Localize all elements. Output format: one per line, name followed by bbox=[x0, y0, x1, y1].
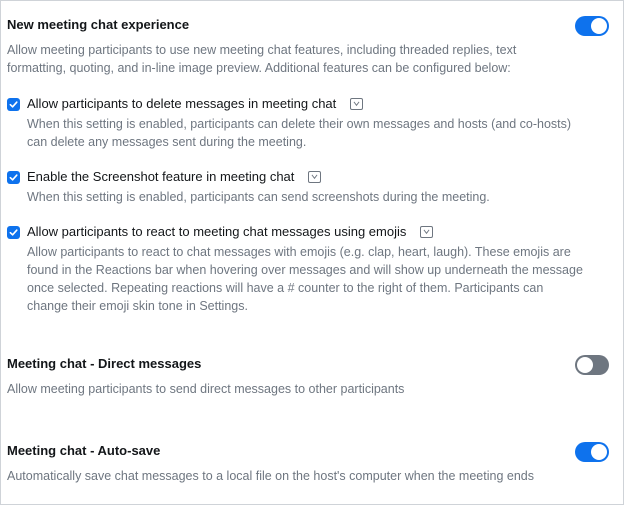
delete-messages-label[interactable]: Allow participants to delete messages in… bbox=[27, 95, 336, 113]
toggle-knob bbox=[577, 357, 593, 373]
setting-direct-messages: Meeting chat - Direct messages Allow mee… bbox=[7, 355, 609, 398]
screenshot-label[interactable]: Enable the Screenshot feature in meeting… bbox=[27, 168, 294, 186]
info-icon[interactable] bbox=[308, 171, 322, 183]
auto-save-toggle[interactable] bbox=[575, 442, 609, 462]
setting-description: Automatically save chat messages to a lo… bbox=[7, 469, 534, 483]
info-icon[interactable] bbox=[350, 98, 364, 110]
info-icon[interactable] bbox=[420, 226, 434, 238]
settings-panel: New meeting chat experience Allow meetin… bbox=[0, 0, 624, 505]
option-delete-messages: Allow participants to delete messages in… bbox=[7, 95, 587, 151]
option-emoji-reactions: Allow participants to react to meeting c… bbox=[7, 223, 587, 315]
check-icon bbox=[9, 228, 18, 236]
screenshot-checkbox[interactable] bbox=[7, 170, 20, 184]
setting-description: Allow meeting participants to use new me… bbox=[7, 43, 517, 75]
new-chat-experience-toggle[interactable] bbox=[575, 16, 609, 36]
check-icon bbox=[9, 173, 18, 181]
emoji-reactions-label[interactable]: Allow participants to react to meeting c… bbox=[27, 223, 406, 241]
option-screenshot: Enable the Screenshot feature in meeting… bbox=[7, 168, 587, 206]
setting-auto-save: Meeting chat - Auto-save Automatically s… bbox=[7, 442, 609, 485]
setting-description: Allow meeting participants to send direc… bbox=[7, 382, 405, 396]
setting-title: Meeting chat - Direct messages bbox=[7, 356, 202, 371]
toggle-knob bbox=[591, 444, 607, 460]
toggle-knob bbox=[591, 18, 607, 34]
screenshot-description: When this setting is enabled, participan… bbox=[27, 190, 490, 204]
setting-title: New meeting chat experience bbox=[7, 17, 190, 32]
direct-messages-toggle[interactable] bbox=[575, 355, 609, 375]
delete-messages-checkbox[interactable] bbox=[7, 97, 20, 111]
emoji-reactions-checkbox[interactable] bbox=[7, 225, 20, 239]
emoji-reactions-description: Allow participants to react to chat mess… bbox=[27, 245, 583, 313]
setting-new-meeting-chat-experience: New meeting chat experience Allow meetin… bbox=[7, 16, 609, 77]
setting-title: Meeting chat - Auto-save bbox=[7, 443, 161, 458]
check-icon bbox=[9, 100, 18, 108]
delete-messages-description: When this setting is enabled, participan… bbox=[27, 117, 572, 149]
